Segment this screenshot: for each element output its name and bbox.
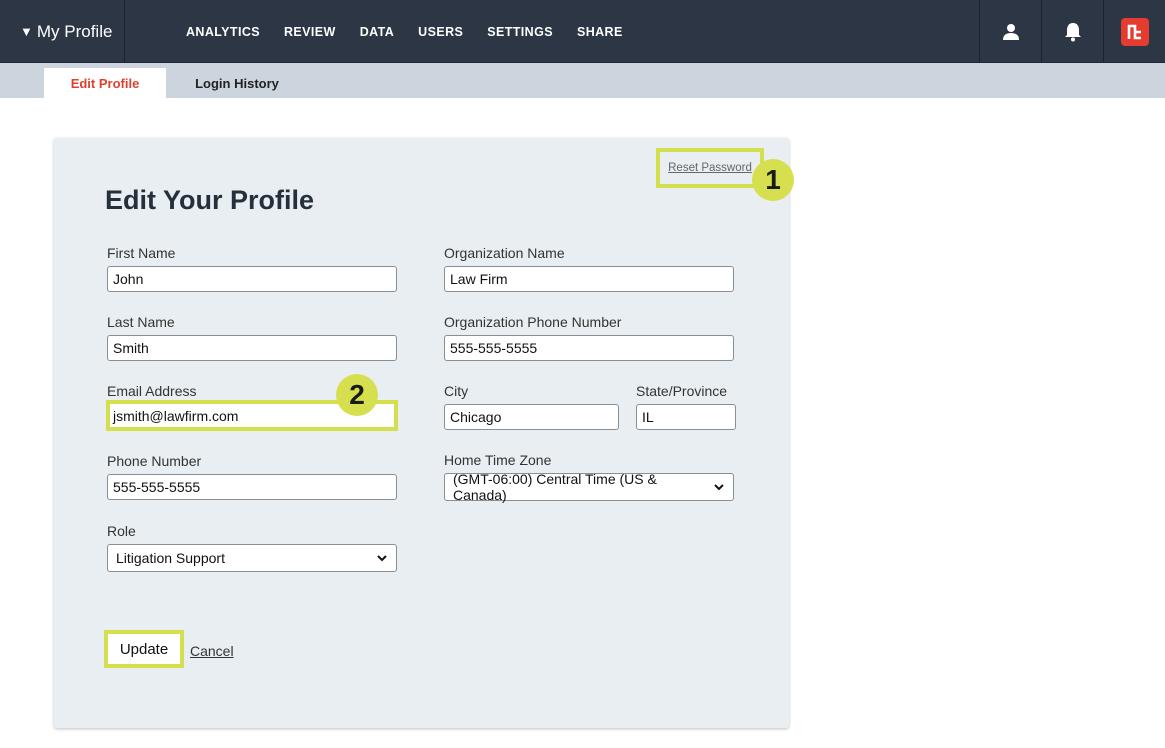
- phone-label: Phone Number: [107, 453, 202, 469]
- main-nav: ANALYTICS REVIEW DATA USERS SETTINGS SHA…: [186, 0, 647, 63]
- nav-item-review[interactable]: REVIEW: [284, 25, 336, 39]
- chevron-down-icon: [377, 555, 387, 562]
- phone-field[interactable]: 555-555-5555: [107, 474, 397, 500]
- tabs-bar: Edit Profile Login History: [0, 63, 1165, 98]
- state-field[interactable]: IL: [636, 404, 736, 430]
- callout-badge-2: 2: [336, 374, 378, 416]
- role-select[interactable]: Litigation Support: [107, 544, 397, 572]
- edit-profile-card: Reset Password 1 Edit Your Profile First…: [54, 138, 794, 728]
- role-label: Role: [107, 523, 136, 539]
- org-phone-field[interactable]: 555-555-5555: [444, 335, 734, 361]
- tab-login-history[interactable]: Login History: [172, 68, 302, 98]
- nav-item-data[interactable]: DATA: [360, 25, 394, 39]
- nav-item-share[interactable]: SHARE: [577, 25, 623, 39]
- nav-item-analytics[interactable]: ANALYTICS: [186, 25, 260, 39]
- top-navigation-bar: ▼ My Profile ANALYTICS REVIEW DATA USERS…: [0, 0, 1165, 63]
- time-zone-label: Home Time Zone: [444, 452, 552, 468]
- user-icon[interactable]: [979, 0, 1041, 63]
- first-name-field[interactable]: John: [107, 266, 397, 292]
- page-title: Edit Your Profile: [105, 185, 315, 215]
- state-label: State/Province: [636, 383, 728, 399]
- callout-badge-1: 1: [752, 159, 794, 201]
- top-icon-group: [979, 0, 1165, 63]
- org-name-field[interactable]: Law Firm: [444, 266, 734, 292]
- role-select-value: Litigation Support: [116, 550, 225, 566]
- cancel-link[interactable]: Cancel: [190, 643, 234, 659]
- profile-menu-label: My Profile: [36, 21, 113, 41]
- org-phone-label: Organization Phone Number: [444, 314, 622, 330]
- reset-password-link[interactable]: Reset Password: [668, 162, 752, 174]
- chevron-down-icon: [714, 484, 724, 491]
- nav-item-users[interactable]: USERS: [418, 25, 463, 39]
- time-zone-select-value: (GMT-06:00) Central Time (US & Canada): [453, 471, 657, 503]
- last-name-label: Last Name: [107, 314, 175, 330]
- brand-logo-icon[interactable]: [1103, 0, 1165, 63]
- profile-menu-toggle[interactable]: ▼ My Profile: [0, 0, 125, 63]
- nav-item-settings[interactable]: SETTINGS: [487, 25, 553, 39]
- caret-down-icon: ▼: [20, 24, 33, 39]
- update-button[interactable]: Update: [120, 641, 168, 658]
- city-label: City: [444, 383, 469, 399]
- first-name-label: First Name: [107, 245, 176, 261]
- reset-password-highlight: Reset Password: [656, 148, 764, 188]
- city-field[interactable]: Chicago: [444, 404, 619, 430]
- update-button-highlight: Update: [104, 630, 184, 668]
- email-label: Email Address: [107, 383, 197, 399]
- org-name-label: Organization Name: [444, 245, 565, 261]
- time-zone-select[interactable]: (GMT-06:00) Central Time (US & Canada): [444, 471, 734, 503]
- bell-icon[interactable]: [1041, 0, 1103, 63]
- last-name-field[interactable]: Smith: [107, 335, 397, 361]
- tab-edit-profile[interactable]: Edit Profile: [44, 68, 166, 98]
